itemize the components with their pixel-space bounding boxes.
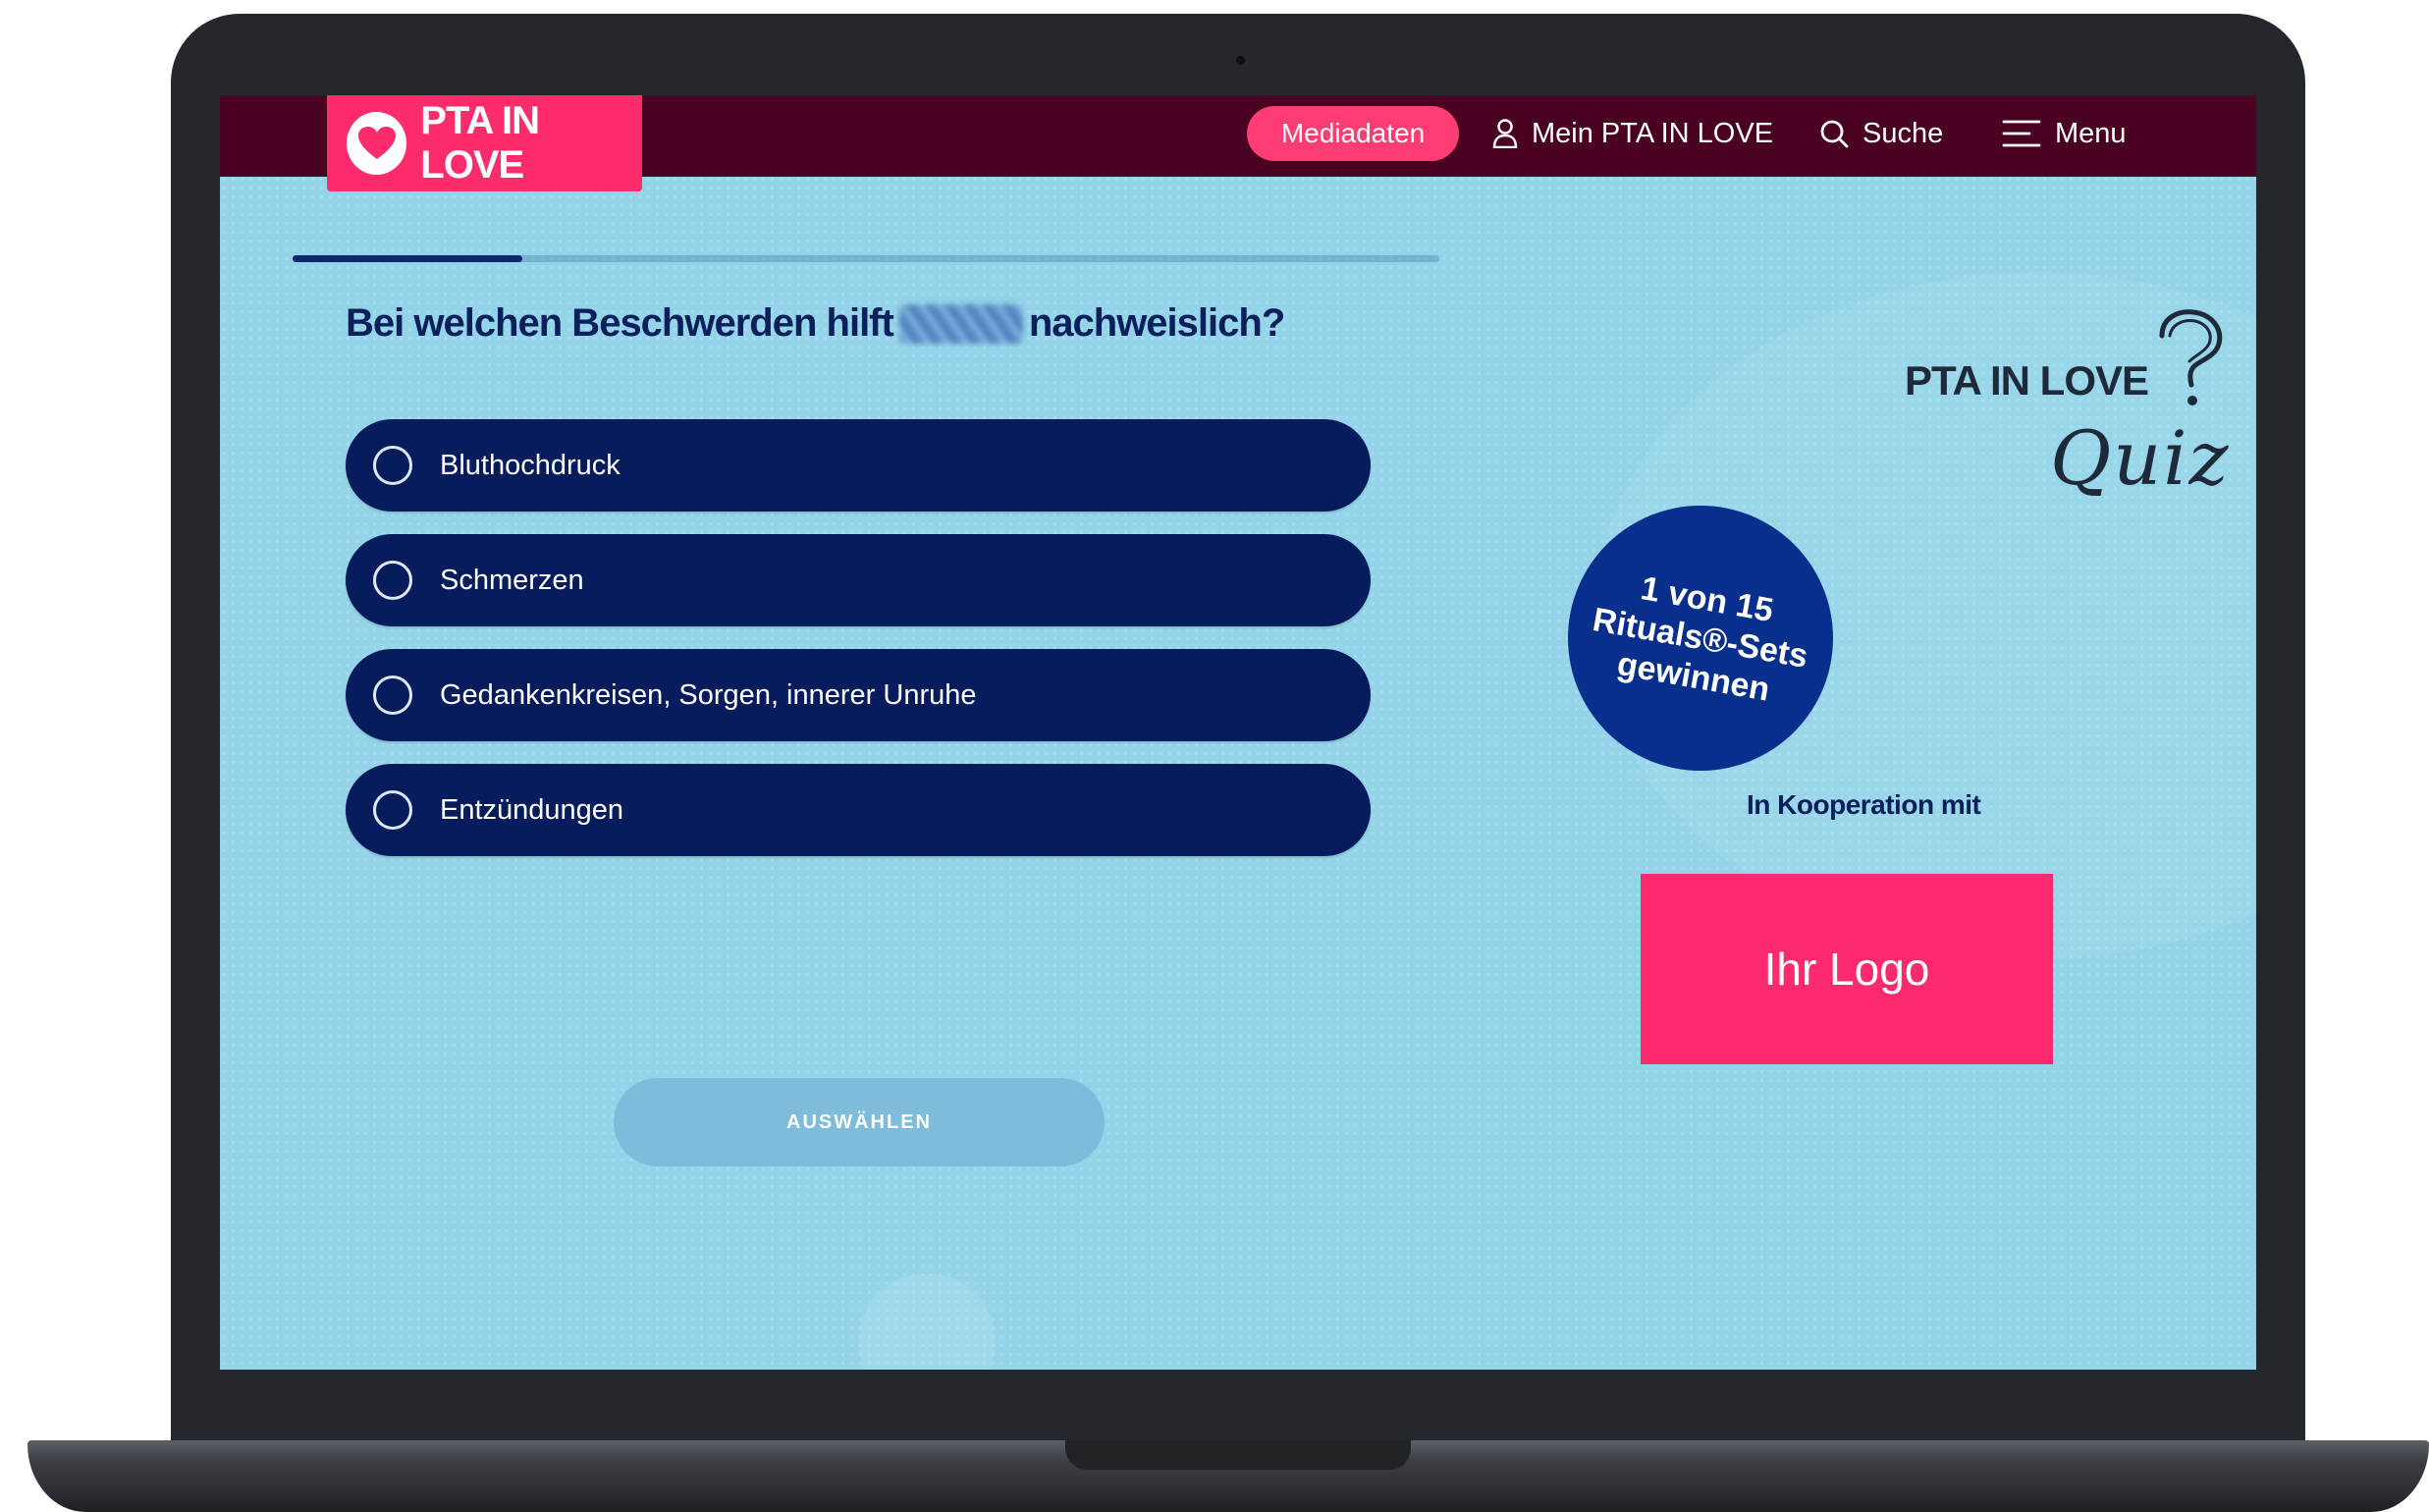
- radio-button[interactable]: [373, 675, 412, 715]
- camera-icon: [1236, 56, 1245, 65]
- quiz-progress-fill: [293, 255, 522, 262]
- heart-icon: [347, 112, 407, 175]
- search-label: Suche: [1862, 117, 1944, 149]
- hamburger-icon: [2002, 120, 2041, 147]
- search-link[interactable]: Suche: [1819, 106, 1943, 161]
- question-text-start: Bei welchen Beschwerden hilft: [346, 301, 894, 345]
- question-text-end: nachweislich?: [1028, 301, 1285, 345]
- quiz-brand-name: PTA IN LOVE: [1905, 357, 2149, 404]
- site-header: PTA IN LOVE Mediadaten Mein PTA IN LOVE …: [220, 95, 2256, 191]
- cooperation-label: In Kooperation mit: [1747, 789, 1981, 820]
- background-shape: [858, 1273, 996, 1370]
- question-mark-icon: [2159, 309, 2223, 405]
- user-icon: [1492, 119, 1518, 148]
- quiz-brand-word: Quiz: [2050, 414, 2231, 502]
- screen: PTA IN LOVE Mediadaten Mein PTA IN LOVE …: [220, 95, 2256, 1370]
- search-icon: [1820, 120, 1849, 148]
- radio-button[interactable]: [373, 561, 412, 600]
- prize-badge-text: 1 von 15 Rituals®-Sets gewinnen: [1590, 569, 1811, 709]
- menu-link[interactable]: Menu: [2002, 106, 2127, 161]
- mediadaten-button[interactable]: Mediadaten: [1247, 106, 1459, 161]
- answer-option[interactable]: Entzündungen: [346, 764, 1371, 856]
- logo-text: PTA IN LOVE: [420, 99, 540, 187]
- redacted-product-name: [898, 303, 1023, 344]
- prize-badge: 1 von 15 Rituals®-Sets gewinnen: [1568, 506, 1833, 771]
- answer-label: Entzündungen: [440, 793, 624, 826]
- select-answer-button[interactable]: AUSWÄHLEN: [614, 1078, 1105, 1166]
- answer-option[interactable]: Bluthochdruck: [346, 419, 1371, 512]
- partner-logo[interactable]: Ihr Logo: [1641, 874, 2053, 1064]
- site-logo[interactable]: PTA IN LOVE: [327, 95, 642, 191]
- answer-list: Bluthochdruck Schmerzen Gedankenkreisen,…: [346, 419, 1371, 879]
- laptop-base-notch: [1065, 1440, 1411, 1470]
- account-label: Mein PTA IN LOVE: [1532, 117, 1774, 149]
- radio-button[interactable]: [373, 790, 412, 830]
- radio-button[interactable]: [373, 446, 412, 485]
- answer-label: Bluthochdruck: [440, 449, 621, 481]
- partner-logo-text: Ihr Logo: [1763, 944, 1930, 995]
- answer-label: Gedankenkreisen, Sorgen, innerer Unruhe: [440, 678, 977, 711]
- account-link[interactable]: Mein PTA IN LOVE: [1492, 106, 1773, 161]
- answer-option[interactable]: Schmerzen: [346, 534, 1371, 626]
- answer-option[interactable]: Gedankenkreisen, Sorgen, innerer Unruhe: [346, 649, 1371, 741]
- quiz-progress-bar: [293, 255, 1439, 262]
- menu-label: Menu: [2055, 117, 2127, 149]
- answer-label: Schmerzen: [440, 564, 584, 596]
- quiz-question: Bei welchen Beschwerden hilft nachweisli…: [346, 301, 1285, 346]
- quiz-brand: PTA IN LOVE Quiz: [1905, 306, 2229, 503]
